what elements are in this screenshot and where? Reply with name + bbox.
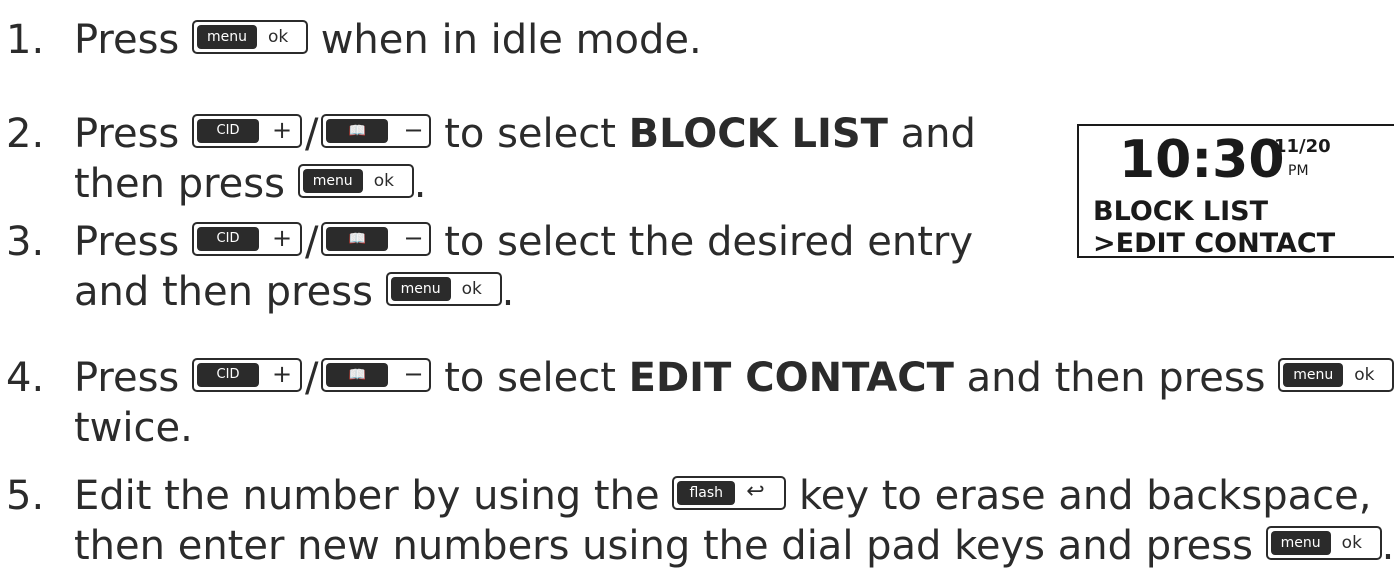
step-text: Press xyxy=(74,111,180,157)
step-text: Press xyxy=(74,355,180,401)
step-number: 5. xyxy=(6,473,45,519)
lcd-line-1: BLOCK LIST xyxy=(1093,196,1269,227)
step-number: 2. xyxy=(6,111,45,157)
lcd-display: 10:30 11/20 PM BLOCK LIST >EDIT CONTACT xyxy=(1077,124,1394,259)
cid-plus-key-icon: CID + xyxy=(192,114,302,148)
lcd-date: 11/20 xyxy=(1274,136,1331,157)
menu-ok-key-icon: menu ok xyxy=(192,20,308,54)
cid-plus-key-icon: CID + xyxy=(192,358,302,392)
step-text: Edit the number by using the xyxy=(74,473,660,519)
step-text: to select the desired entry xyxy=(444,219,973,265)
step-number: 1. xyxy=(6,17,45,63)
step-text: to select xyxy=(444,355,616,401)
step-text: Press xyxy=(74,17,180,63)
phonebook-minus-key-icon: 📖 − xyxy=(321,114,432,148)
step-text: then press xyxy=(74,161,285,207)
step-text: and then press xyxy=(74,269,373,315)
step-text: then enter new numbers using the dial pa… xyxy=(74,523,1253,569)
menu-ok-key-icon: menu ok xyxy=(1265,526,1382,560)
cid-plus-key-icon: CID + xyxy=(192,222,302,256)
step-bold-text: EDIT CONTACT xyxy=(628,355,954,401)
step-text: Press xyxy=(74,219,180,265)
step-text: when in idle mode. xyxy=(320,17,702,63)
step-text: and xyxy=(900,111,976,157)
step-text: twice. xyxy=(74,405,193,451)
step-text: and then press xyxy=(966,355,1266,401)
step-number: 3. xyxy=(6,219,45,265)
menu-ok-key-icon: menu ok xyxy=(1278,358,1394,392)
step-number: 4. xyxy=(6,355,45,401)
step-bold-text: BLOCK LIST xyxy=(628,111,888,157)
lcd-time: 10:30 xyxy=(1119,130,1285,190)
phonebook-minus-key-icon: 📖 − xyxy=(321,222,432,256)
step-text: to select xyxy=(444,111,616,157)
lcd-line-2: >EDIT CONTACT xyxy=(1093,228,1336,259)
lcd-ampm: PM xyxy=(1288,163,1309,179)
menu-ok-key-icon: menu ok xyxy=(297,164,414,198)
menu-ok-key-icon: menu ok xyxy=(385,272,502,306)
flash-back-key-icon: flash ↩ xyxy=(672,476,787,510)
phonebook-minus-key-icon: 📖 − xyxy=(321,358,432,392)
step-text: key to erase and backspace, xyxy=(798,473,1372,519)
